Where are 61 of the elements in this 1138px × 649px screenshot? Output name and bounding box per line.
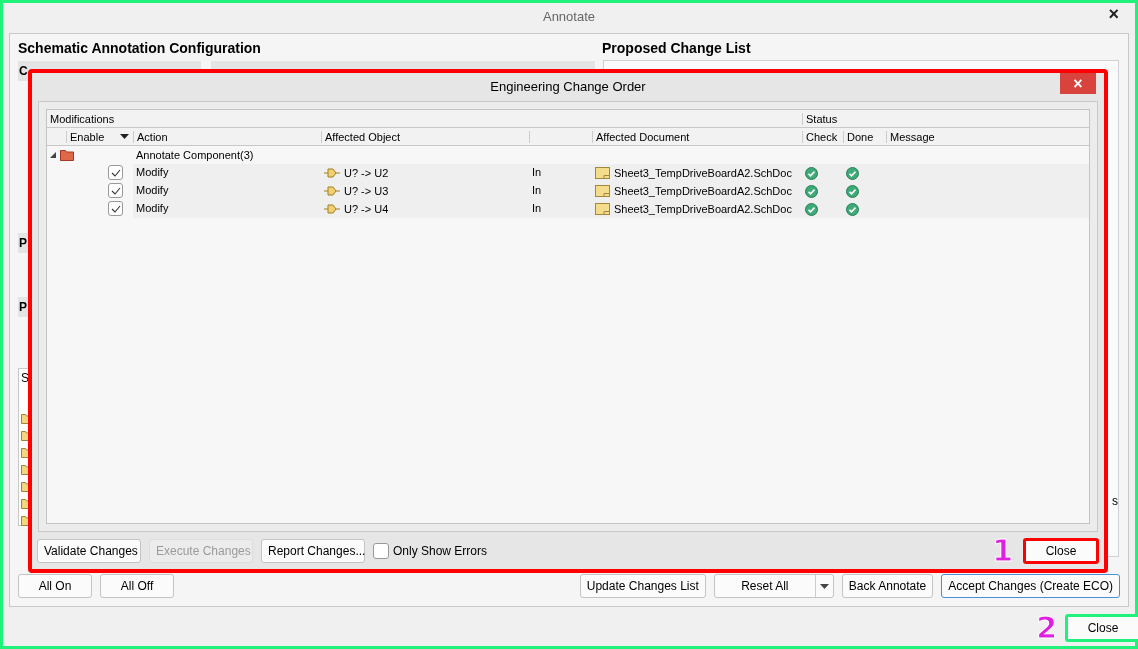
table-cell: In	[529, 164, 592, 182]
column-header: S	[21, 370, 30, 387]
table-cell-text: Sheet3_TempDriveBoardA2.SchDoc	[614, 183, 792, 199]
callout-number: 1	[992, 535, 1013, 566]
button[interactable]: Update Changes List	[579, 574, 706, 598]
button[interactable]: All On	[18, 574, 92, 598]
column-header: Affected Object	[321, 130, 529, 143]
callout-number: 2	[1036, 613, 1057, 643]
button[interactable]: Accept Changes (Create ECO)	[941, 574, 1120, 598]
component-icon	[324, 204, 340, 214]
component-icon	[324, 168, 340, 178]
table-cell: Modify	[133, 164, 321, 182]
document-icon	[595, 185, 610, 197]
column-group-header: Modifications	[49, 112, 116, 125]
close-button[interactable]: Close	[1065, 614, 1138, 642]
table-cell-text: U? -> U4	[344, 201, 389, 217]
column-header: Action	[133, 130, 321, 143]
button: Execute Changes	[149, 538, 253, 563]
dialog-title: Engineering Change Order	[490, 78, 646, 97]
section-title: Proposed Change List	[602, 39, 751, 57]
button[interactable]: Report Changes...	[261, 538, 365, 563]
document-icon	[595, 203, 610, 215]
column-header: Affected Document	[592, 130, 802, 143]
column-group-header: Status	[802, 112, 1089, 125]
button[interactable]: All Off	[100, 574, 174, 598]
close-button[interactable]: ×	[1060, 73, 1096, 94]
close-button[interactable]: Close	[1023, 537, 1099, 564]
panel-text: s	[1112, 493, 1118, 510]
column-header: Check	[802, 130, 843, 143]
folder-icon	[60, 149, 75, 161]
table-cell: Modify	[133, 200, 321, 218]
section-title: Schematic Annotation Configuration	[18, 39, 262, 57]
checkbox-label: Only Show Errors	[393, 542, 488, 560]
table-cell-text: Sheet3_TempDriveBoardA2.SchDoc	[614, 201, 792, 217]
checkbox[interactable]	[108, 165, 123, 181]
collapse-icon[interactable]	[50, 152, 56, 158]
button[interactable]: Back Annotate	[841, 574, 934, 598]
document-icon	[595, 167, 610, 179]
column-header: Done	[843, 130, 886, 143]
caret-icon	[819, 583, 829, 589]
table-cell-text: U? -> U3	[344, 183, 389, 199]
table-cell: Modify	[133, 182, 321, 200]
window-title: Annotate	[542, 7, 595, 26]
sort-icon	[120, 134, 129, 139]
tree-item[interactable]: Annotate Component(3)	[133, 146, 321, 164]
checkmark-icon	[110, 186, 121, 195]
close-button[interactable]: ×	[1108, 5, 1119, 23]
split-button[interactable]: Reset All	[713, 574, 834, 598]
table-cell: In	[529, 200, 592, 218]
checkbox[interactable]	[108, 183, 123, 199]
table-cell: In	[529, 182, 592, 200]
column-header: Message	[886, 130, 1089, 143]
button[interactable]: Validate Changes	[37, 538, 141, 563]
component-icon	[324, 186, 340, 196]
checkmark-icon	[110, 204, 121, 213]
checkbox[interactable]	[108, 201, 123, 217]
table-cell-text: Sheet3_TempDriveBoardA2.SchDoc	[614, 165, 792, 181]
checkmark-icon	[110, 168, 121, 177]
checkbox[interactable]	[373, 542, 389, 559]
table-cell-text: U? -> U2	[344, 165, 389, 181]
column-header[interactable]: Enable	[66, 130, 133, 143]
